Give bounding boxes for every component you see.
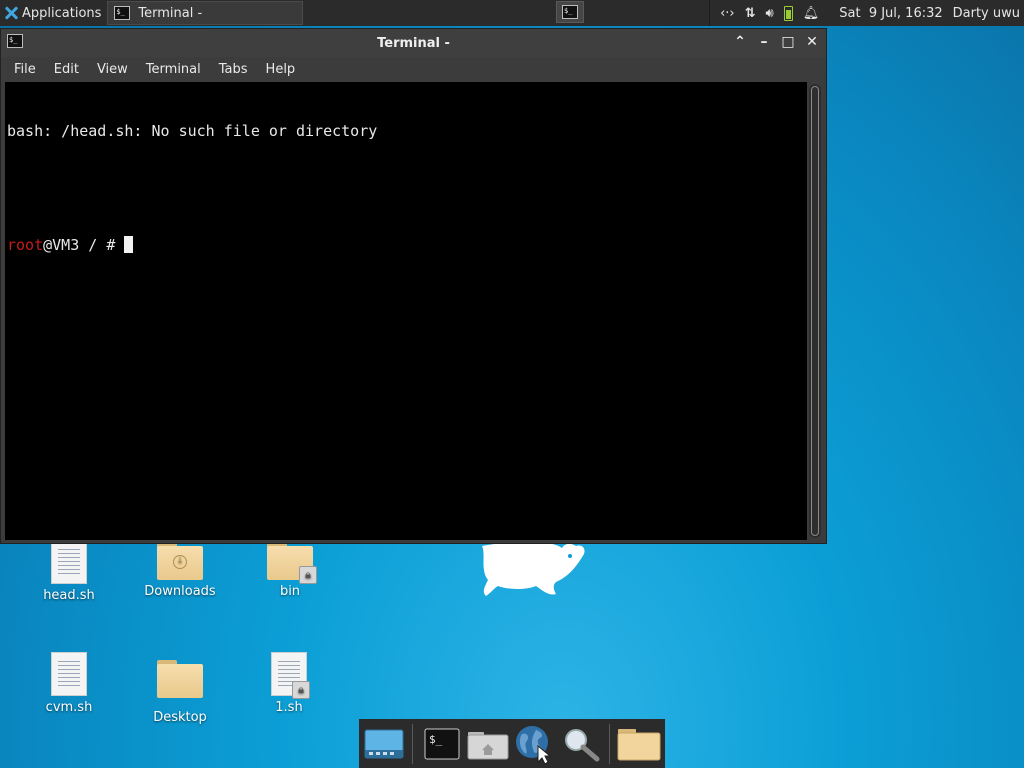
menu-view[interactable]: View	[88, 62, 137, 77]
menu-tabs[interactable]: Tabs	[210, 62, 257, 77]
home-folder-icon	[467, 731, 509, 759]
dock-browser-button[interactable]	[513, 722, 555, 766]
minimize-button[interactable]: –	[756, 33, 772, 51]
close-button[interactable]: ✕	[804, 33, 820, 51]
window-title: Terminal -	[377, 35, 450, 51]
clock[interactable]: Sat 9 Jul, 16:32	[839, 6, 942, 21]
menu-edit[interactable]: Edit	[45, 62, 88, 77]
menu-terminal[interactable]: Terminal	[137, 62, 210, 77]
folder-icon	[157, 660, 203, 698]
desktop-icon-cvm-sh[interactable]: cvm.sh	[24, 652, 114, 715]
terminal-line-error: bash: /head.sh: No such file or director…	[7, 122, 378, 140]
terminal-output[interactable]: bash: /head.sh: No such file or director…	[5, 82, 807, 540]
terminal-icon: $_	[562, 5, 578, 19]
document-icon	[51, 540, 87, 584]
desktop-icon-label: cvm.sh	[45, 700, 93, 715]
battery-icon[interactable]	[783, 5, 793, 21]
web-browser-icon	[516, 725, 552, 764]
xfce-logo-icon	[4, 6, 18, 20]
desktop-icon-head-sh[interactable]: head.sh	[24, 540, 114, 603]
top-panel: Applications $_ Terminal - $_ ‹·› ⇅ 🔊︎ 🔔…	[0, 0, 1024, 26]
menu-file[interactable]: File	[5, 62, 45, 77]
system-tray: ‹·› ⇅ 🔊︎ 🔔︎ Sat 9 Jul, 16:32 Darty uwu	[705, 0, 1024, 26]
file-manager-icon	[617, 728, 661, 760]
lock-icon: 🔒︎	[292, 681, 310, 699]
desktop-icon-label: bin	[279, 584, 301, 599]
show-desktop-button[interactable]	[363, 722, 405, 766]
dock-home-button[interactable]	[467, 722, 509, 766]
svg-text:$_: $_	[429, 733, 443, 746]
document-icon	[51, 652, 87, 696]
desktop-icon-label: Downloads	[144, 584, 216, 599]
desktop-icon-desktop[interactable]: Desktop	[135, 660, 225, 725]
applications-menu-button[interactable]: Applications	[0, 0, 105, 26]
xfce-mouse-logo-icon	[482, 541, 585, 596]
menu-bar: File Edit View Terminal Tabs Help	[1, 57, 826, 81]
locked-folder-icon: 🔒︎	[267, 542, 317, 584]
dock-file-manager-button[interactable]	[617, 722, 661, 766]
workspace-switcher[interactable]: $_	[556, 1, 584, 23]
network-icon[interactable]: ‹·›	[720, 6, 735, 21]
show-desktop-icon	[364, 729, 404, 758]
desktop-icon-1-sh[interactable]: 🔒︎ 1.sh	[244, 652, 334, 715]
desktop-icon-label: 1.sh	[275, 700, 303, 715]
terminal-icon: $_	[114, 6, 131, 20]
menu-help[interactable]: Help	[257, 62, 305, 77]
dock: $_	[359, 719, 665, 768]
desktop-icon-label: Desktop	[153, 710, 207, 725]
lock-icon: 🔒︎	[299, 566, 317, 584]
desktop-icon-downloads[interactable]: ↓ Downloads	[135, 542, 225, 599]
text-cursor	[124, 236, 134, 253]
taskbar-terminal-button[interactable]: $_ Terminal -	[107, 1, 304, 25]
prompt-user: root	[7, 236, 44, 254]
terminal-prompt: root@VM3 / #	[7, 236, 805, 255]
document-icon: 🔒︎	[271, 652, 310, 699]
shade-button[interactable]: ⌃	[732, 33, 748, 51]
user-menu[interactable]: Darty uwu	[953, 6, 1020, 21]
volume-icon[interactable]: 🔊︎	[766, 6, 774, 21]
terminal-icon: $_	[424, 728, 460, 759]
desktop-icon-bin[interactable]: 🔒︎ bin	[245, 542, 335, 599]
search-icon	[564, 728, 600, 761]
transfer-icon[interactable]: ⇅	[745, 6, 756, 21]
dock-search-button[interactable]	[560, 722, 602, 766]
download-folder-icon: ↓	[157, 542, 203, 580]
bell-icon[interactable]: 🔔︎	[803, 6, 820, 21]
terminal-window[interactable]: $_ Terminal - ⌃ – □ ✕ File Edit View Ter…	[0, 28, 827, 544]
window-titlebar[interactable]: $_ Terminal - ⌃ – □ ✕	[1, 29, 826, 57]
applications-label: Applications	[22, 5, 102, 21]
maximize-button[interactable]: □	[780, 33, 796, 51]
desktop-icon-label: head.sh	[43, 588, 95, 603]
taskbar-terminal-label: Terminal -	[138, 5, 203, 21]
prompt-host-path: @VM3 / #	[43, 236, 125, 254]
terminal-scrollbar[interactable]	[809, 84, 821, 538]
dock-terminal-button[interactable]: $_	[420, 722, 462, 766]
